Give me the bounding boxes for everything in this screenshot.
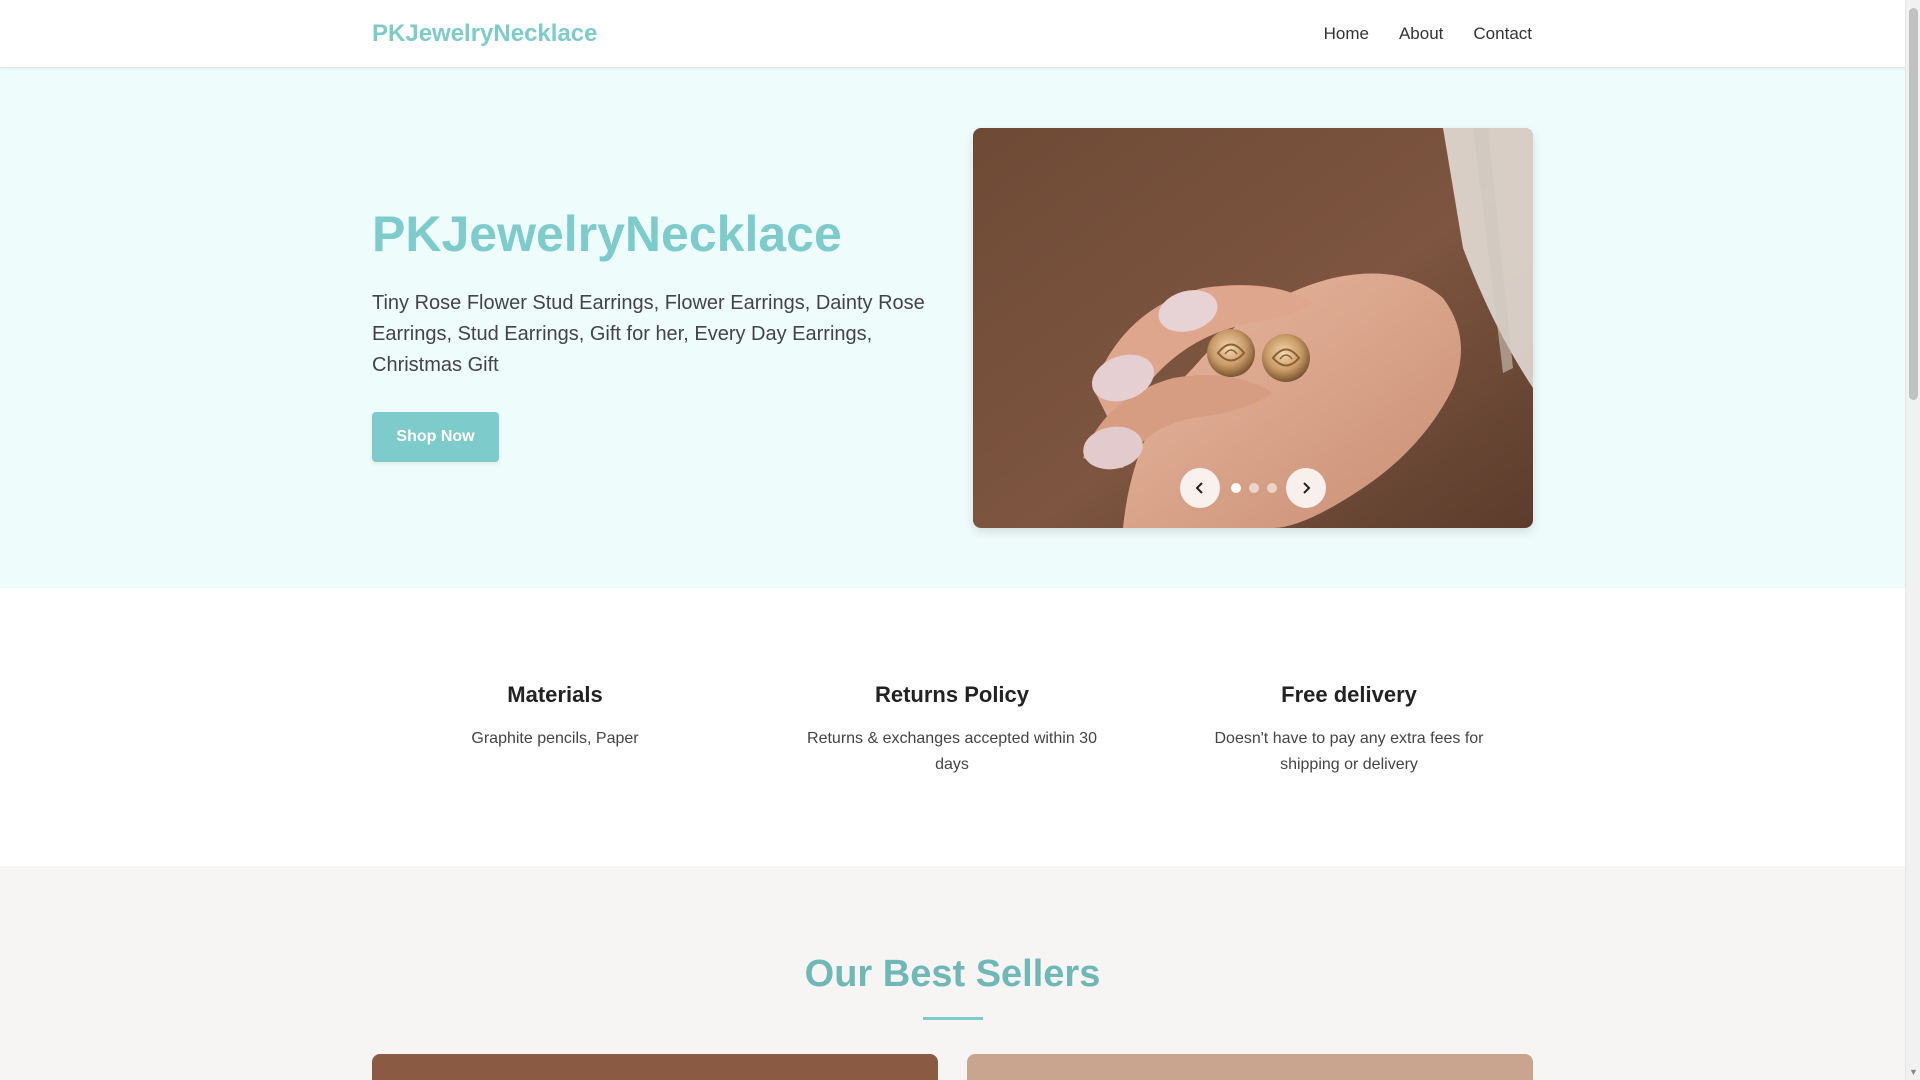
title-underline: [923, 1017, 983, 1020]
chevron-left-icon: [1193, 481, 1207, 495]
carousel-slide-image: [973, 128, 1533, 528]
feature-text: Graphite pencils, Paper: [471, 730, 639, 747]
product-card[interactable]: [372, 1054, 938, 1080]
brand-logo[interactable]: PKJewelryNecklace: [372, 20, 598, 48]
feature-returns-policy: Returns Policy Returns & exchanges accep…: [802, 682, 1102, 778]
scroll-down-arrow-icon[interactable]: ▼: [1909, 1067, 1918, 1077]
carousel-next-button[interactable]: [1286, 468, 1326, 508]
image-carousel: [973, 128, 1533, 528]
nav-contact[interactable]: Contact: [1473, 24, 1532, 44]
carousel-dot-3[interactable]: [1267, 483, 1277, 493]
carousel-indicators: [1231, 483, 1277, 493]
shop-now-button[interactable]: Shop Now: [372, 412, 499, 462]
hero-section: PKJewelryNecklace Tiny Rose Flower Stud …: [0, 68, 1905, 588]
feature-text: Doesn't have to pay any extra fees for s…: [1214, 730, 1484, 773]
features-section: Materials Graphite pencils, Paper Return…: [0, 588, 1905, 866]
scrollbar-thumb[interactable]: [1909, 8, 1918, 400]
feature-title: Free delivery: [1281, 682, 1417, 707]
carousel-dot-1[interactable]: [1231, 483, 1241, 493]
feature-text: Returns & exchanges accepted within 30 d…: [807, 730, 1097, 773]
feature-free-delivery: Free delivery Doesn't have to pay any ex…: [1199, 682, 1499, 778]
feature-title: Materials: [507, 682, 603, 707]
carousel-prev-button[interactable]: [1180, 468, 1220, 508]
page: PKJewelryNecklace Home About Contact PKJ…: [0, 0, 1905, 1080]
best-sellers-section: Our Best Sellers: [0, 866, 1905, 1080]
nav-about[interactable]: About: [1399, 24, 1443, 44]
best-sellers-title: Our Best Sellers: [804, 953, 1101, 995]
page-scrollbar[interactable]: ▼: [1905, 0, 1920, 1080]
nav-home[interactable]: Home: [1324, 24, 1369, 44]
feature-materials: Materials Graphite pencils, Paper: [405, 682, 705, 752]
main-nav: Home About Contact: [1324, 24, 1532, 44]
hero-title: PKJewelryNecklace: [372, 206, 842, 262]
carousel-dot-2[interactable]: [1249, 483, 1259, 493]
product-card[interactable]: [967, 1054, 1533, 1080]
site-header: PKJewelryNecklace Home About Contact: [0, 0, 1905, 68]
chevron-right-icon: [1299, 481, 1313, 495]
feature-title: Returns Policy: [874, 682, 1030, 707]
hero-description: Tiny Rose Flower Stud Earrings, Flower E…: [372, 292, 925, 376]
